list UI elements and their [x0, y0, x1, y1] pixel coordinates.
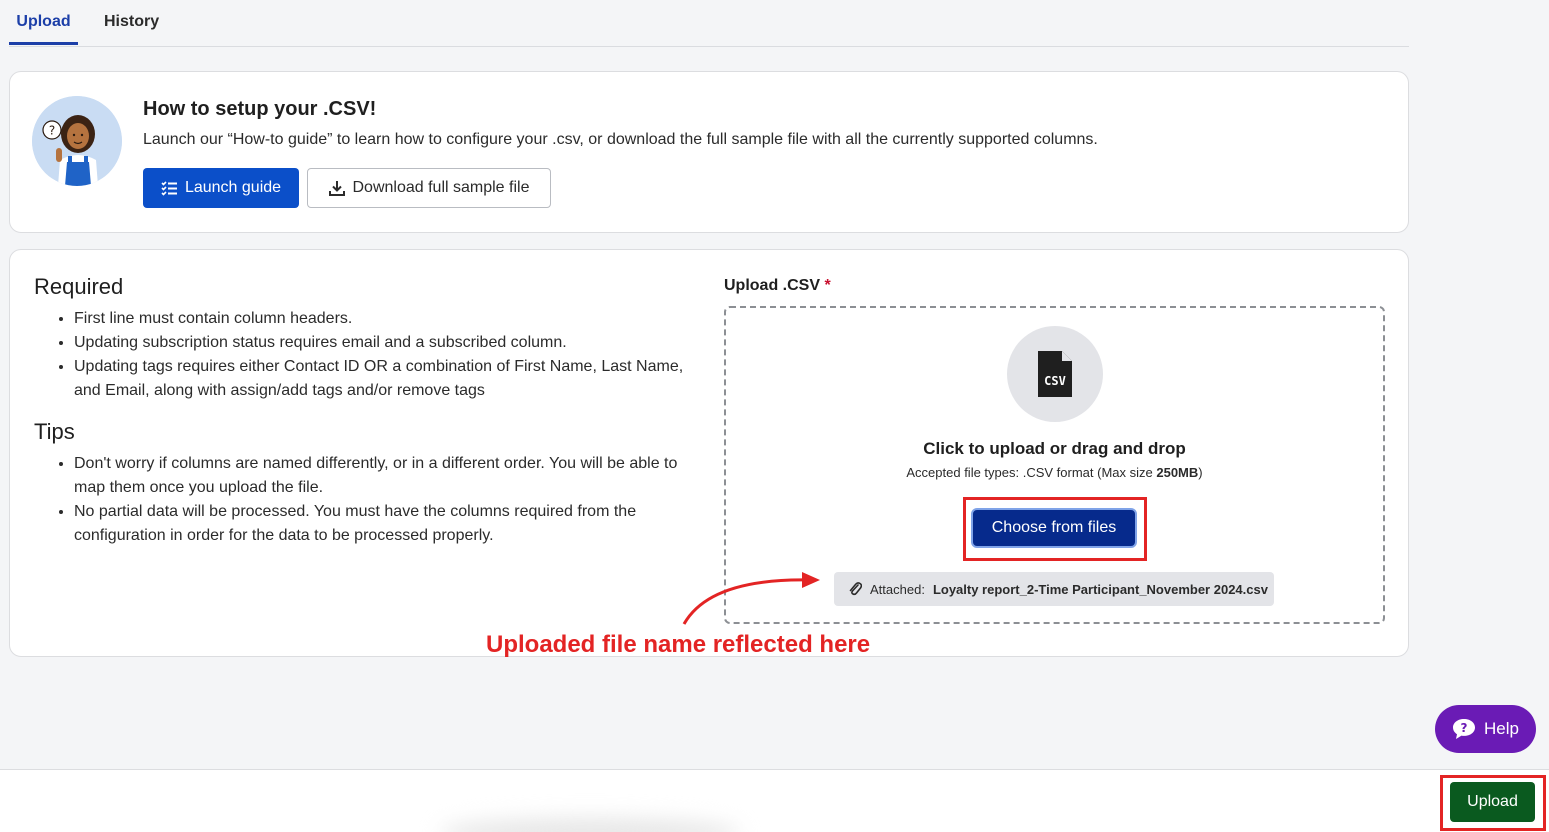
upload-csv-label-text: Upload .CSV — [724, 277, 821, 294]
guide-avatar-illustration: ? — [32, 96, 122, 186]
svg-text:?: ? — [49, 124, 55, 138]
accepted-suffix: ) — [1198, 465, 1203, 480]
accepted-prefix: Accepted file types: .CSV format (Max si… — [906, 465, 1157, 480]
upload-csv-label: Upload .CSV * — [724, 277, 831, 295]
csv-file-icon: CSV — [1038, 351, 1072, 397]
accepted-file-types: Accepted file types: .CSV format (Max si… — [726, 465, 1383, 480]
download-sample-button[interactable]: Download full sample file — [307, 168, 551, 208]
howto-card: ? How to setup your .CSV! Launch our “Ho… — [9, 71, 1409, 233]
attached-file-chip: Attached: Loyalty report_2-Time Particip… — [834, 572, 1274, 606]
launch-guide-label: Launch guide — [184, 179, 282, 196]
paperclip-icon — [849, 582, 862, 596]
tips-list: Don't worry if columns are named differe… — [74, 452, 694, 548]
checklist-icon — [161, 181, 177, 196]
howto-title: How to setup your .CSV! — [143, 98, 377, 120]
help-chat-icon: ? — [1453, 719, 1476, 739]
required-asterisk: * — [824, 277, 831, 294]
csv-icon-text: CSV — [1044, 374, 1066, 388]
max-size: 250MB — [1156, 465, 1199, 480]
list-item: Updating tags requires either Contact ID… — [74, 355, 694, 403]
tab-history[interactable]: History — [104, 13, 159, 42]
required-heading: Required — [34, 274, 124, 299]
list-item: Don't worry if columns are named differe… — [74, 452, 694, 500]
footer-shadow — [440, 818, 740, 832]
dropzone-title: Click to upload or drag and drop — [923, 439, 1186, 458]
download-icon — [328, 181, 345, 196]
help-button[interactable]: ? Help — [1435, 705, 1536, 753]
launch-guide-button[interactable]: Launch guide — [143, 168, 299, 208]
download-sample-label: Download full sample file — [352, 179, 530, 196]
tips-heading: Tips — [34, 419, 75, 444]
howto-description: Launch our “How-to guide” to learn how t… — [143, 131, 1098, 148]
svg-text:?: ? — [1461, 721, 1468, 735]
help-label: Help — [1484, 719, 1519, 738]
required-list: First line must contain column headers. … — [74, 307, 694, 403]
attached-file-name: Loyalty report_2-Time Participant_Novemb… — [932, 581, 1268, 597]
attached-prefix: Attached: — [870, 581, 925, 597]
list-item: First line must contain column headers. — [74, 307, 694, 331]
list-item: No partial data will be processed. You m… — [74, 500, 694, 548]
upload-button[interactable]: Upload — [1450, 782, 1535, 822]
annotation-text: Uploaded file name reflected here — [486, 631, 871, 658]
tab-upload[interactable]: Upload — [9, 13, 78, 45]
footer-bar: Upload — [0, 769, 1549, 832]
list-item: Updating subscription status requires em… — [74, 331, 694, 355]
annotation-arrow — [682, 572, 820, 625]
tab-bar: Upload History — [9, 0, 1409, 47]
choose-from-files-button[interactable]: Choose from files — [971, 508, 1137, 548]
file-icon-circle: CSV — [1007, 326, 1103, 422]
